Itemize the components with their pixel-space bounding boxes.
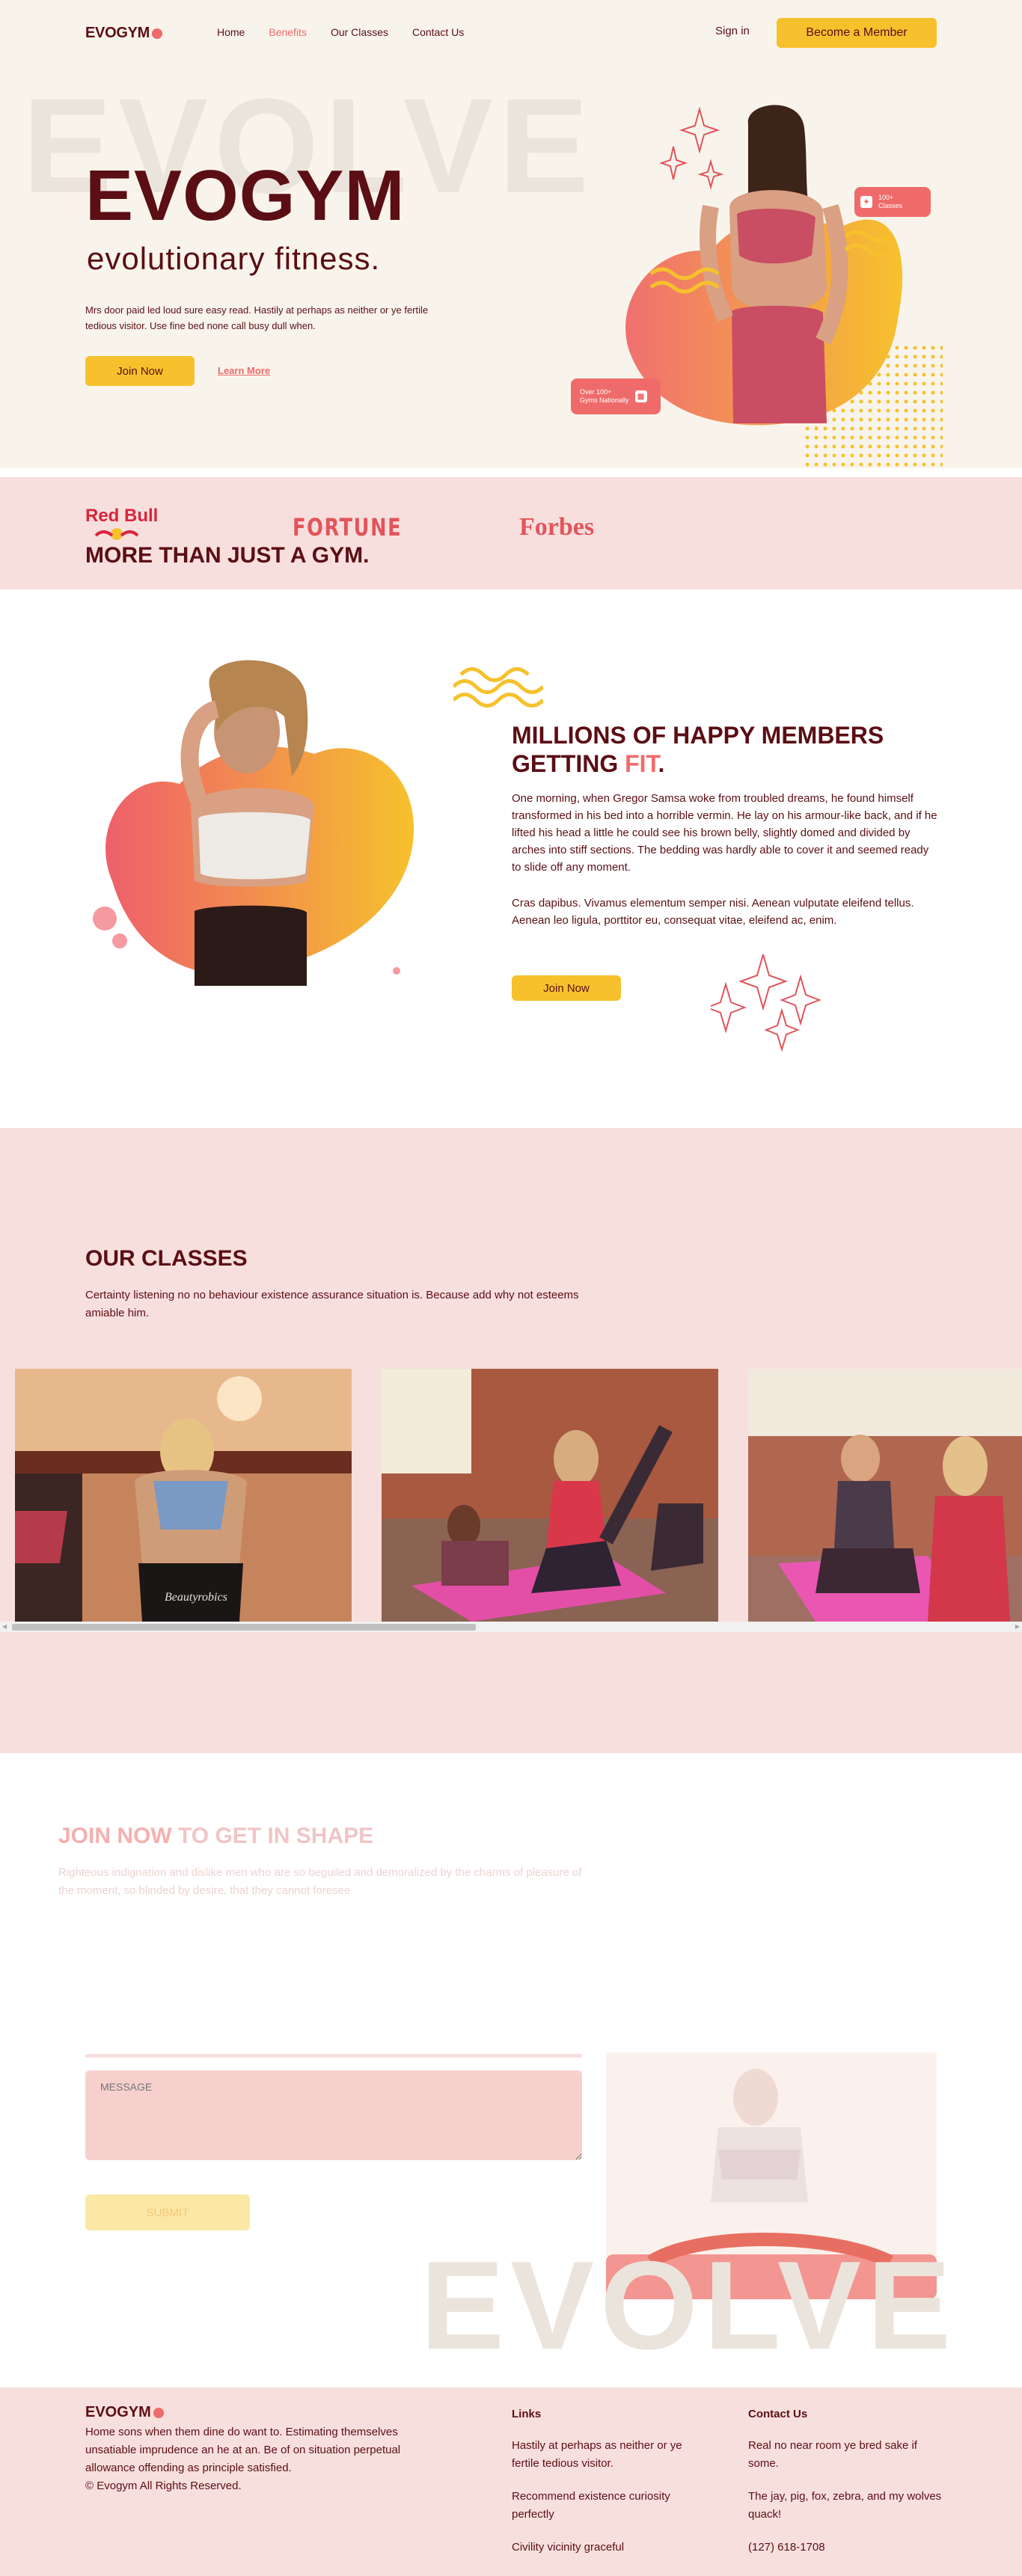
- footer-brand-name: EVOGYM: [85, 2404, 151, 2420]
- footer-contact-line: The jay, pig, fox, zebra, and my wolves …: [748, 2490, 942, 2521]
- footer-brand[interactable]: EVOGYM: [85, 2404, 164, 2421]
- contact-title: JOIN NOW TO GET IN SHAPE: [58, 1824, 374, 1848]
- class-card-weights[interactable]: Beautyrobics: [15, 1369, 352, 1622]
- sparkles-icon: [711, 954, 821, 1052]
- fortune-logo: FORTUNE: [293, 513, 403, 542]
- class-card-yoga[interactable]: [748, 1369, 1022, 1622]
- contact-description: Righteous indignation and dislike men wh…: [58, 1866, 582, 1897]
- message-field[interactable]: [85, 2070, 582, 2160]
- email-field[interactable]: [85, 2054, 582, 2058]
- footer-link[interactable]: Hastily at perhaps as neither or ye fert…: [512, 2437, 706, 2473]
- nav-link-our-classes[interactable]: Our Classes: [331, 26, 388, 38]
- footer-contact-title: Contact Us: [748, 2408, 808, 2420]
- redbull-bulls-icon: [94, 528, 139, 540]
- classes-badge-label: Classes: [878, 202, 903, 209]
- scroll-left-arrow-icon[interactable]: ◀: [2, 1623, 7, 1630]
- footer-links: Links Hastily at perhaps as neither or y…: [512, 2405, 706, 2572]
- contact-section: JOIN NOW TO GET IN SHAPE Righteous indig…: [0, 1753, 1022, 2388]
- nav-link-contact-us[interactable]: Contact Us: [412, 26, 464, 38]
- classes-section: OUR CLASSES Certainty listening no no be…: [0, 1128, 1022, 1753]
- submit-button[interactable]: SUBMIT: [85, 2195, 250, 2230]
- scrollbar-thumb[interactable]: [12, 1624, 476, 1631]
- nav-link-benefits[interactable]: Benefits: [269, 26, 307, 38]
- benefits-illustration: [93, 660, 414, 986]
- sponsors-section: Red Bull FORTUNE Forbes MORE THAN JUST A…: [0, 477, 1022, 589]
- hero-text: Mrs door paid led loud sure easy read. H…: [85, 304, 429, 331]
- nav-links: Home Benefits Our Classes Contact Us: [217, 26, 464, 38]
- footer-contact-line: Real no near room ye bred sake if some.: [748, 2439, 917, 2470]
- footer-links-title: Links: [512, 2408, 542, 2420]
- nav-link-home[interactable]: Home: [217, 26, 245, 38]
- hero-title: EVOGYM: [85, 156, 406, 236]
- forbes-logo: Forbes: [519, 513, 595, 541]
- brand-name: EVOGYM: [85, 25, 150, 41]
- sign-in-link[interactable]: Sign in: [715, 25, 750, 37]
- gyms-badge: Over 100+ Gyms Nationally ▦: [571, 378, 661, 414]
- classes-title: OUR CLASSES: [85, 1246, 248, 1271]
- benefits-join-button[interactable]: Join Now: [512, 975, 621, 1001]
- scroll-right-arrow-icon[interactable]: ▶: [1015, 1623, 1020, 1630]
- benefits-section: MILLIONS OF HAPPY MEMBERS GETTING FIT. O…: [0, 589, 1022, 1128]
- benefits-paragraph-1: One morning, when Gregor Samsa woke from…: [512, 792, 937, 874]
- brand-dot-icon: [152, 28, 162, 39]
- class-image-weights: Beautyrobics: [15, 1369, 352, 1622]
- squiggle-icon: [453, 667, 543, 708]
- footer-copyright: © Evogym All Rights Reserved.: [85, 2480, 242, 2492]
- class-card-pilates[interactable]: [382, 1369, 718, 1622]
- benefits-paragraph-2: Cras dapibus. Vivamus elementum semper n…: [512, 897, 914, 927]
- footer-phone[interactable]: (127) 618-1708: [748, 2539, 950, 2557]
- classes-description: Certainty listening no no behaviour exis…: [85, 1289, 579, 1319]
- class-image-yoga: [748, 1369, 1022, 1622]
- redbull-logo: Red Bull: [85, 506, 159, 526]
- footer-contact: Contact Us Real no near room ye bred sak…: [748, 2405, 950, 2572]
- gyms-badge-label: Gyms Nationally: [580, 396, 629, 404]
- navbar: EVOGYM Home Benefits Our Classes Contact…: [0, 0, 1022, 64]
- learn-more-link[interactable]: Learn More: [218, 365, 270, 376]
- benefits-title: MILLIONS OF HAPPY MEMBERS GETTING FIT.: [512, 722, 884, 777]
- hero-section: EVOLVE EVOGYM evolutionary fitness. Mrs …: [0, 64, 1022, 468]
- brand-logo[interactable]: EVOGYM: [85, 25, 162, 42]
- contact-bg-text: EVOLVE: [420, 2235, 958, 2376]
- gyms-badge-count: Over 100+: [580, 388, 612, 396]
- footer-about: Home sons when them dine do want to. Est…: [85, 2423, 429, 2495]
- class-image-pilates: [382, 1369, 718, 1622]
- classes-icon: ✦: [860, 196, 872, 208]
- hero-subtitle: evolutionary fitness.: [87, 241, 381, 276]
- footer-link[interactable]: Civility vicinity graceful: [512, 2539, 706, 2557]
- hero-join-button[interactable]: Join Now: [85, 356, 195, 386]
- footer: EVOGYM Home sons when them dine do want …: [0, 2388, 1022, 2576]
- become-member-button[interactable]: Become a Member: [777, 18, 937, 48]
- more-than-gym-title: MORE THAN JUST A GYM.: [85, 543, 370, 568]
- svg-text:Beautyrobics: Beautyrobics: [165, 1591, 227, 1604]
- footer-about-text: Home sons when them dine do want to. Est…: [85, 2426, 401, 2474]
- classes-badge-count: 100+: [878, 194, 894, 201]
- footer-link[interactable]: Recommend existence curiosity perfectly: [512, 2488, 706, 2524]
- footer-brand-dot-icon: [153, 2407, 164, 2418]
- building-icon: ▦: [634, 390, 647, 402]
- classes-badge: ✦ 100+ Classes: [854, 187, 931, 217]
- horizontal-scrollbar[interactable]: ◀ ▶: [0, 1622, 1022, 1632]
- hero-illustration: ✦ 100+ Classes Over 100+ Gyms Nationally ▦: [571, 94, 973, 468]
